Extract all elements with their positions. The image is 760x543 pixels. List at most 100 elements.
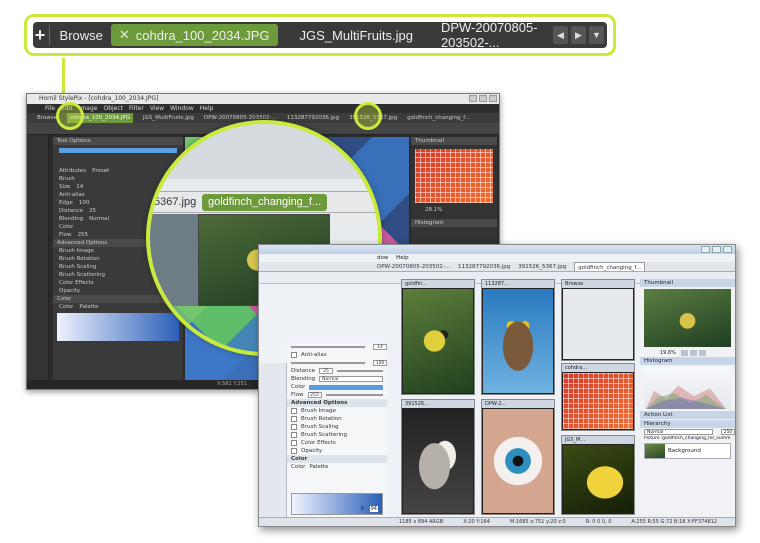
thumb-caption: goldfin...	[402, 280, 474, 288]
menu-window[interactable]: Window	[170, 104, 194, 113]
menu-view[interactable]: View	[150, 104, 164, 113]
checkbox[interactable]	[291, 408, 297, 414]
tab-active[interactable]: ✕ cohdra_100_2034.JPG	[110, 24, 278, 46]
checkbox[interactable]	[291, 432, 297, 438]
tab-color[interactable]: Color	[59, 303, 73, 311]
edge-value[interactable]: 100	[373, 360, 387, 366]
chevron-right-icon[interactable]: ▶	[571, 26, 586, 44]
color-section-header[interactable]: Color	[287, 455, 387, 463]
close-icon[interactable]: ✕	[119, 27, 130, 43]
tab-list-menu-icon[interactable]: ▼	[589, 26, 604, 44]
thumbnail-preview[interactable]	[415, 149, 493, 203]
tab-391526[interactable]: 391526_5367.jpg	[518, 262, 566, 271]
color-swatch[interactable]	[309, 384, 383, 390]
browse-grid: goldfin... 113287... Browse cohdra... 39…	[401, 279, 637, 519]
checkbox[interactable]	[291, 424, 297, 430]
tab-dpw[interactable]: DPW-20070805-203502-...	[427, 20, 553, 50]
close-icon[interactable]	[489, 95, 497, 102]
tab-attributes[interactable]: Attributes	[59, 167, 86, 175]
document-tab-bar: + Browse ✕ cohdra_100_2034.JPG JGS_Multi…	[33, 20, 607, 50]
action-list-header[interactable]: Action List	[640, 411, 735, 419]
flow-value[interactable]: 255	[307, 392, 322, 398]
opacity-value[interactable]: 250	[721, 429, 735, 435]
b-value[interactable]: 94	[369, 506, 378, 512]
blending-select[interactable]: Normal	[89, 215, 109, 223]
thumb-owl[interactable]: 113287...	[481, 279, 555, 395]
tab-palette[interactable]: Palette	[79, 303, 98, 311]
layer-thumbnail	[645, 444, 665, 458]
thumb-caption: JGS_M...	[562, 436, 634, 444]
zoom-in-icon[interactable]	[689, 350, 697, 356]
hierarchy-header[interactable]: Hierarchy	[640, 420, 735, 428]
status-xy: X:20 Y:164	[463, 519, 490, 525]
tab-browse[interactable]: Browse	[37, 113, 57, 123]
menu-object[interactable]: Object	[103, 104, 123, 113]
tab-dpw[interactable]: DPW-20070805-203502-...	[377, 262, 450, 271]
fit-icon[interactable]	[698, 350, 706, 356]
thumb-browse[interactable]: Browse	[561, 279, 635, 361]
thumb-goldfinch[interactable]: goldfin...	[401, 279, 475, 395]
thumb-image	[563, 289, 633, 359]
menu-file[interactable]: File	[45, 104, 55, 113]
thumbnail-preview[interactable]	[644, 289, 731, 347]
new-tab-button[interactable]: +	[33, 25, 47, 46]
zoom-value[interactable]: 19.6%	[660, 350, 676, 356]
minimize-icon[interactable]	[701, 246, 710, 253]
checkbox[interactable]	[291, 448, 297, 454]
blending-select[interactable]: Normal	[319, 376, 383, 382]
histogram-header: Histogram	[411, 219, 497, 227]
advanced-options-header[interactable]: Advanced Options	[287, 399, 387, 407]
edge-value[interactable]: 100	[79, 199, 90, 207]
size-value[interactable]: 14	[76, 183, 83, 191]
flow-value[interactable]: 255	[78, 231, 89, 239]
tab-palette[interactable]: Palette	[309, 463, 328, 471]
tools-palette[interactable]	[259, 363, 287, 518]
blend-mode-select[interactable]: Normal	[644, 429, 713, 435]
histogram-header: Histogram	[640, 357, 735, 365]
histogram-graph	[644, 367, 731, 409]
tab-multifruits[interactable]: JGS_MultiFruits.jpg	[286, 28, 427, 43]
anti-alias-checkbox[interactable]	[291, 352, 297, 358]
size-slider[interactable]	[291, 346, 365, 348]
distance-value[interactable]: 25	[319, 368, 334, 374]
tab-color[interactable]: Color	[291, 463, 305, 471]
edge-slider[interactable]	[291, 362, 365, 364]
thumb-dog[interactable]: 391526...	[401, 399, 475, 515]
maximize-icon[interactable]	[712, 246, 721, 253]
chevron-left-icon[interactable]: ◀	[553, 26, 568, 44]
zoom-out-icon[interactable]	[680, 350, 688, 356]
tab-multifruits[interactable]: JGS_MultiFruits.jpg	[143, 113, 194, 123]
menu-help[interactable]: Help	[396, 255, 409, 261]
thumb-image	[563, 373, 633, 429]
checkbox[interactable]	[291, 440, 297, 446]
status-bar: 1185 x 894 ARGB X:20 Y:164 M:1685 x:751 …	[259, 517, 735, 526]
menu-filter[interactable]: Filter	[129, 104, 144, 113]
distance-slider[interactable]	[337, 370, 383, 372]
menu-window[interactable]: dow	[377, 255, 388, 261]
tab-113287[interactable]: 113287792036.jpg	[287, 113, 339, 123]
tab-goldfinch[interactable]: goldfinch_changing_f...	[407, 113, 470, 123]
color-label: Color	[291, 384, 306, 390]
flow-label: Flow	[59, 232, 72, 238]
flow-slider[interactable]	[325, 394, 383, 396]
minimize-icon[interactable]	[469, 95, 477, 102]
menu-help[interactable]: Help	[200, 104, 214, 113]
b-label: B	[360, 506, 364, 512]
thumb-eye[interactable]: DPW-2...	[481, 399, 555, 515]
color-picker[interactable]: B 94	[291, 493, 383, 515]
maximize-icon[interactable]	[479, 95, 487, 102]
tab-113287[interactable]: 113287792036.jpg	[458, 262, 510, 271]
checkbox[interactable]	[291, 416, 297, 422]
zoom-value[interactable]: 28.1%	[425, 207, 442, 213]
size-value[interactable]: 14	[373, 344, 387, 350]
thumb-banana[interactable]: JGS_M...	[561, 435, 635, 515]
tools-palette[interactable]	[27, 135, 49, 381]
distance-value[interactable]: 25	[89, 207, 96, 215]
status-argb: A:255 R:55 G:72 B:18 X:FF374812	[631, 519, 718, 525]
thumb-cohdra[interactable]: cohdra...	[561, 363, 635, 431]
tab-preset[interactable]: Preset	[92, 167, 109, 175]
tab-browse[interactable]: Browse	[52, 28, 111, 43]
close-icon[interactable]	[723, 246, 732, 253]
tab-goldfinch[interactable]: goldfinch_changing_f...	[574, 262, 646, 271]
layer-row[interactable]: Background	[644, 443, 731, 459]
